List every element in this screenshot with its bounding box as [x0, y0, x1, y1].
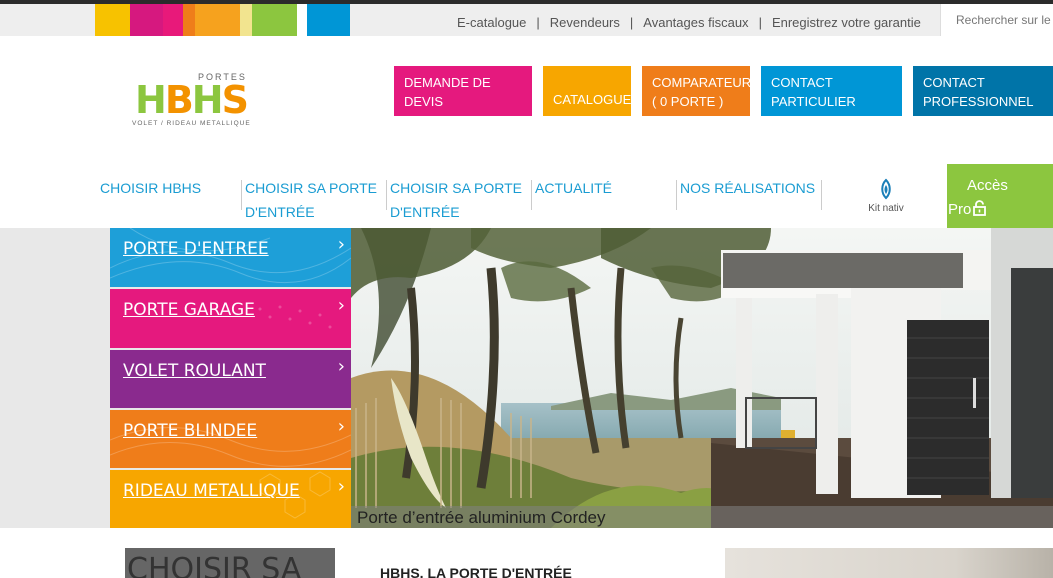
- lock-icon: [973, 200, 986, 216]
- chevron-right-icon: ›: [337, 356, 345, 377]
- logo-tagline: VOLET / RIDEAU METALLIQUE: [132, 120, 251, 127]
- separator: |: [536, 15, 540, 30]
- menu-pattern: [110, 427, 351, 467]
- color-stripe: [240, 4, 252, 36]
- menu-pattern: [258, 305, 332, 329]
- utility-bar: E-catalogue | Revendeurs | Avantages fis…: [0, 4, 1053, 36]
- hero-section: PORTE D'ENTREE › PORTE GARAGE › VOLET RO…: [0, 228, 1053, 528]
- section-image: [725, 548, 1053, 578]
- hero-caption: Porte d’entrée aluminium Cordey: [351, 506, 1053, 528]
- color-stripe: [297, 4, 307, 36]
- color-stripe: [183, 4, 195, 36]
- link-avantages-fiscaux[interactable]: Avantages fiscaux: [643, 15, 748, 30]
- hbhs-logo[interactable]: PORTES HBHS VOLET / RIDEAU METALLIQUE: [132, 72, 252, 130]
- logo-letters: HBHS: [135, 78, 249, 122]
- menu-pattern: [259, 471, 331, 519]
- search-input[interactable]: Rechercher sur le s: [940, 4, 1053, 36]
- color-stripe: [130, 4, 163, 36]
- acces-pro-button[interactable]: Accès Pro: [947, 164, 1053, 228]
- nav-nos-realisations[interactable]: NOS RÉALISATIONS: [676, 176, 821, 200]
- color-stripe: [195, 4, 240, 36]
- chevron-right-icon: ›: [337, 416, 345, 437]
- kitnativ-icon: [881, 178, 891, 200]
- logo-letter: H: [191, 78, 224, 122]
- menu-label: VOLET ROULANT: [123, 361, 266, 381]
- catalogue-button[interactable]: CATALOGUE: [543, 66, 631, 116]
- hero-photo-illustration: [351, 228, 1053, 528]
- contact-particulier-button[interactable]: CONTACT PARTICULIER: [761, 66, 902, 116]
- separator: |: [629, 15, 634, 30]
- color-stripe: [252, 4, 297, 36]
- menu-pattern: [110, 228, 351, 284]
- nav-choisir-porte-entree[interactable]: CHOISIR SA PORTE D'ENTRÉE: [241, 176, 381, 224]
- menu-porte-entree[interactable]: PORTE D'ENTREE ›: [110, 228, 351, 287]
- utility-links: E-catalogue | Revendeurs | Avantages fis…: [457, 15, 921, 30]
- link-revendeurs[interactable]: Revendeurs: [550, 15, 620, 30]
- chevron-right-icon: ›: [337, 234, 345, 255]
- link-e-catalogue[interactable]: E-catalogue: [457, 15, 526, 30]
- logo-letter: B: [164, 78, 194, 122]
- main-navigation: CHOISIR HBHS CHOISIR SA PORTE D'ENTRÉE C…: [0, 164, 1053, 228]
- comparateur-button[interactable]: COMPARATEUR ( 0 PORTE ): [642, 66, 751, 116]
- contact-professionnel-button[interactable]: CONTACT PROFESSIONNEL: [913, 66, 1053, 116]
- hero-image: [351, 228, 1053, 528]
- color-stripe: [307, 4, 350, 36]
- nav-choisir-hbhs[interactable]: CHOISIR HBHS: [96, 176, 236, 200]
- color-stripe: [95, 4, 130, 36]
- nav-actualite[interactable]: ACTUALITÉ: [531, 176, 671, 200]
- color-stripes: [95, 4, 363, 36]
- chevron-right-icon: ›: [337, 295, 345, 316]
- product-menu: PORTE D'ENTREE › PORTE GARAGE › VOLET RO…: [110, 228, 351, 528]
- separator: |: [758, 15, 762, 30]
- kitnativ-link[interactable]: Kit nativ: [866, 178, 906, 214]
- menu-rideau-metallique[interactable]: RIDEAU METALLIQUE ›: [110, 470, 351, 528]
- acces-label: Accès: [967, 177, 1008, 194]
- color-stripe: [163, 4, 183, 36]
- demande-de-devis-button[interactable]: DEMANDE DE DEVIS: [394, 66, 532, 116]
- pro-label: Pro: [948, 201, 972, 218]
- menu-volet-roulant[interactable]: VOLET ROULANT ›: [110, 350, 351, 408]
- link-garantie[interactable]: Enregistrez votre garantie: [772, 15, 921, 30]
- logo-letter: H: [135, 78, 167, 122]
- logo-letter: S: [221, 78, 249, 122]
- nav-choisir-porte-entree-2[interactable]: CHOISIR SA PORTE D'ENTRÉE: [386, 176, 526, 224]
- section-title: CHOISIR SA: [125, 548, 335, 578]
- kitnativ-label: Kit nativ: [868, 203, 904, 214]
- chevron-right-icon: ›: [337, 476, 345, 497]
- section-heading: HBHS, LA PORTE D'ENTRÉE: [380, 565, 572, 578]
- nav-divider: [821, 180, 822, 210]
- menu-porte-blindee[interactable]: PORTE BLINDEE ›: [110, 410, 351, 468]
- menu-porte-garage[interactable]: PORTE GARAGE ›: [110, 289, 351, 348]
